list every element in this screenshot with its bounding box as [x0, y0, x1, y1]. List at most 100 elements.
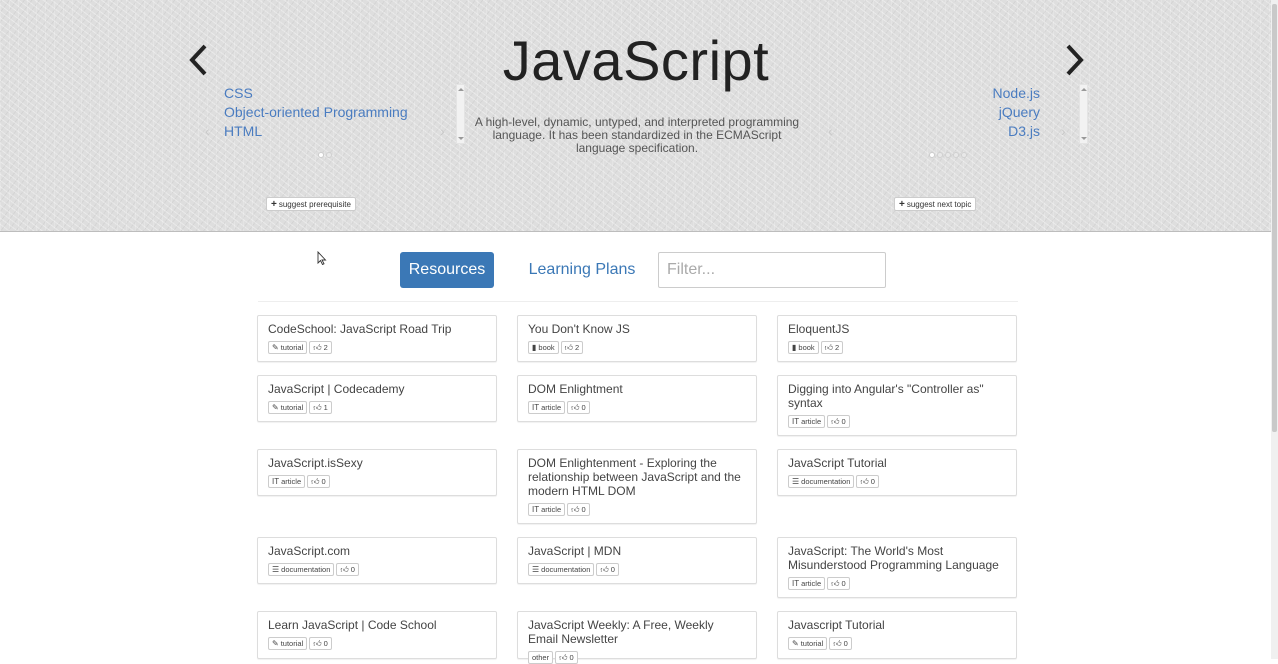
topic-hero: JavaScript A high-level, dynamic, untype… [0, 0, 1271, 232]
next-topic-link[interactable]: Node.js [940, 84, 1040, 103]
pager-dot[interactable] [318, 152, 324, 158]
scroll-up-icon[interactable] [1081, 88, 1087, 91]
list-icon: ☰ [532, 564, 540, 574]
vote-tag[interactable]: 👍︎ 0 [856, 475, 879, 488]
next-topic-prev-icon[interactable]: ‹ [828, 124, 833, 138]
resource-type-label: other [532, 653, 550, 662]
resource-type-tag[interactable]: ✎ tutorial [268, 341, 308, 354]
next-topic-link[interactable]: jQuery [940, 103, 1040, 122]
resource-card[interactable]: DOM Enlightenment - Exploring the relati… [517, 449, 757, 524]
resource-card[interactable]: CodeSchool: JavaScript Road Trip ✎ tutori… [257, 315, 497, 362]
vote-tag[interactable]: 👍︎ 0 [596, 563, 619, 576]
resource-type-label: documentation [801, 477, 851, 486]
tab-resources[interactable]: Resources [400, 252, 494, 288]
resource-card[interactable]: JavaScript.com ☰ documentation 👍︎ 0 [257, 537, 497, 584]
resource-card[interactable]: Learn JavaScript | Code School ✎ tutorial… [257, 611, 497, 659]
vote-tag[interactable]: 👍︎ 2 [309, 341, 332, 354]
topic-title: JavaScript [502, 29, 770, 92]
thumbs-up-icon: 👍︎ [831, 578, 840, 588]
resource-type-tag[interactable]: IT article [528, 503, 566, 516]
resource-card[interactable]: EloquentJS ▮ book 👍︎ 2 [777, 315, 1017, 362]
resource-type-tag[interactable]: ☰ documentation [528, 563, 595, 576]
prerequisite-scrollbar[interactable] [456, 84, 465, 144]
resource-type-tag[interactable]: other [528, 651, 554, 664]
prerequisite-link[interactable]: Object-oriented Programming [224, 103, 408, 122]
resource-type-tag[interactable]: IT article [788, 415, 826, 428]
resource-card[interactable]: Javascript Tutorial ✎ tutorial 👍︎ 0 [777, 611, 1017, 659]
resource-type-tag[interactable]: IT article [268, 475, 306, 488]
pager-dot[interactable] [929, 152, 935, 158]
vote-tag[interactable]: 👍︎ 0 [309, 637, 332, 650]
resource-type-tag[interactable]: ✎ tutorial [268, 637, 308, 650]
vote-tag[interactable]: 👍︎ 0 [555, 651, 578, 664]
resource-card[interactable]: You Don't Know JS ▮ book 👍︎ 2 [517, 315, 757, 362]
page-scrollbar[interactable] [1271, 0, 1278, 659]
resource-title: JavaScript | MDN [528, 544, 622, 558]
suggest-prerequisite-button[interactable]: + suggest prerequisite [266, 197, 356, 211]
next-topic-next-icon[interactable]: › [1061, 124, 1066, 138]
next-topic-arrow-icon[interactable] [1063, 40, 1087, 80]
resource-card[interactable]: JavaScript: The World's Most Misundersto… [777, 537, 1017, 598]
next-topic-link[interactable]: D3.js [940, 122, 1040, 141]
resource-type-tag[interactable]: IT article [788, 577, 826, 590]
resource-card[interactable]: DOM Enlightment IT article 👍︎ 0 [517, 375, 757, 422]
vote-count: 1 [323, 403, 328, 412]
thumbs-up-icon: 👍︎ [559, 652, 568, 662]
pager-dot[interactable] [937, 152, 943, 158]
resource-type-label: article [541, 505, 562, 514]
resource-card[interactable]: JavaScript.isSexy IT article 👍︎ 0 [257, 449, 497, 496]
vote-tag[interactable]: 👍︎ 0 [827, 577, 850, 590]
prerequisite-link[interactable]: CSS [224, 84, 408, 103]
resource-type-tag[interactable]: ☰ documentation [268, 563, 335, 576]
pager-dot[interactable] [945, 152, 951, 158]
vote-tag[interactable]: 👍︎ 0 [567, 401, 590, 414]
prerequisite-prev-icon[interactable]: ‹ [205, 124, 210, 138]
suggest-next-topic-button[interactable]: + suggest next topic [894, 197, 977, 211]
previous-topic-arrow-icon[interactable] [186, 40, 210, 80]
resource-card[interactable]: JavaScript Tutorial ☰ documentation 👍︎ 0 [777, 449, 1017, 496]
thumbs-up-icon: 👍︎ [340, 564, 349, 574]
scroll-down-icon[interactable] [458, 137, 464, 140]
vote-tag[interactable]: 👍︎ 1 [309, 401, 332, 414]
resource-type-tag[interactable]: ☰ documentation [788, 475, 855, 488]
plus-icon: + [271, 199, 277, 210]
resource-title: JavaScript Tutorial [788, 456, 887, 470]
pager-dot[interactable] [953, 152, 959, 158]
scroll-down-icon[interactable] [1081, 137, 1087, 140]
resource-type-tag[interactable]: ✎ tutorial [788, 637, 828, 650]
vote-tag[interactable]: 👍︎ 0 [827, 415, 850, 428]
thumbs-up-icon: 👍︎ [831, 416, 840, 426]
resource-title: Digging into Angular's "Controller as" s… [788, 382, 984, 410]
pager-dot[interactable] [326, 152, 332, 158]
resource-card[interactable]: JavaScript Weekly: A Free, Weekly Email … [517, 611, 757, 664]
suggest-next-topic-label: suggest next topic [906, 200, 972, 209]
text-icon: IT [532, 504, 540, 514]
next-topic-list: Node.js jQuery D3.js [940, 84, 1040, 141]
resource-card[interactable]: JavaScript | MDN ☰ documentation 👍︎ 0 [517, 537, 757, 584]
resource-card[interactable]: JavaScript | Codecademy ✎ tutorial 👍︎ 1 [257, 375, 497, 422]
vote-tag[interactable]: 👍︎ 0 [567, 503, 590, 516]
vote-tag[interactable]: 👍︎ 0 [336, 563, 359, 576]
resource-type-tag[interactable]: ▮ book [528, 341, 559, 354]
pager-dot[interactable] [961, 152, 967, 158]
vote-tag[interactable]: 👍︎ 2 [820, 341, 844, 354]
resource-type-tag[interactable]: ▮ book [788, 341, 819, 354]
prerequisite-link[interactable]: HTML [224, 122, 408, 141]
scroll-up-icon[interactable] [458, 88, 464, 91]
vote-tag[interactable]: 👍︎ 2 [560, 341, 584, 354]
vote-tag[interactable]: 👍︎ 0 [829, 637, 852, 650]
resource-type-label: tutorial [280, 343, 304, 352]
resource-type-tag[interactable]: ✎ tutorial [268, 401, 308, 414]
prerequisite-next-icon[interactable]: › [440, 124, 445, 138]
page-scrollbar-thumb[interactable] [1272, 4, 1277, 432]
thumbs-up-icon: 👍︎ [824, 342, 834, 352]
vote-tag[interactable]: 👍︎ 0 [307, 475, 330, 488]
resource-card[interactable]: Digging into Angular's "Controller as" s… [777, 375, 1017, 436]
tab-learning-plans[interactable]: Learning Plans [518, 252, 646, 288]
thumbs-up-icon: 👍︎ [571, 402, 580, 412]
filter-input[interactable] [658, 252, 886, 288]
resource-type-tag[interactable]: IT article [528, 401, 566, 414]
next-topic-scrollbar[interactable] [1079, 84, 1088, 144]
thumbs-up-icon: 👍︎ [313, 342, 322, 352]
resource-title: JavaScript Weekly: A Free, Weekly Email … [528, 618, 714, 646]
